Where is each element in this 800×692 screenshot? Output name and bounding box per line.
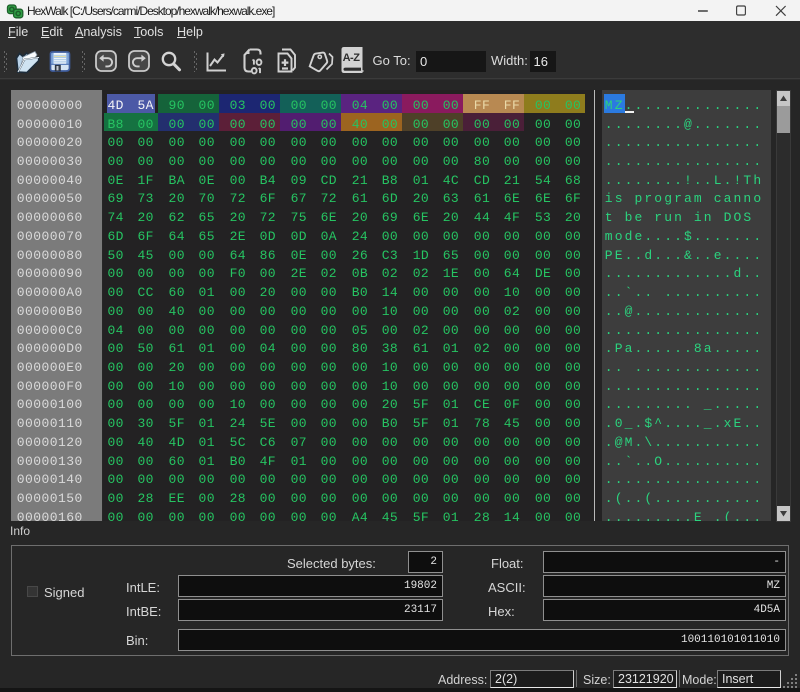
- svg-text:A-Z: A-Z: [343, 52, 361, 64]
